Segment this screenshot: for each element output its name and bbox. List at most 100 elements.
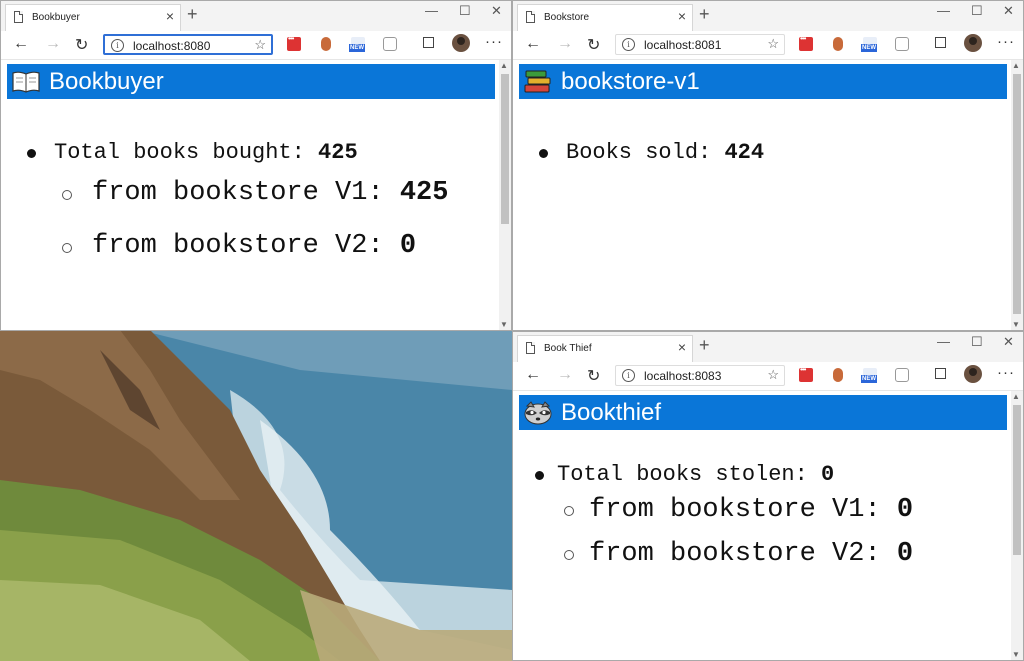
page-icon: [14, 11, 23, 23]
refresh-icon[interactable]: ↻: [75, 35, 88, 55]
new-tab-icon[interactable]: +: [699, 4, 710, 25]
info-icon[interactable]: i: [111, 39, 124, 52]
tab-bookstore[interactable]: Bookstore ×: [517, 4, 693, 31]
bookthief-browser-window: Book Thief × + — ☐ ✕ ← → ↻ i localhost:8…: [512, 331, 1024, 661]
desktop-wallpaper: [0, 330, 512, 661]
new-badge-extension-icon[interactable]: NEW: [861, 37, 877, 52]
profile-avatar[interactable]: [964, 34, 982, 52]
forward-arrow-icon[interactable]: →: [45, 35, 61, 53]
page-content: bookstore-v1 Books sold: 424 ▲ ▼: [513, 60, 1023, 330]
fox-extension-icon[interactable]: [833, 37, 843, 51]
new-tab-icon[interactable]: +: [187, 4, 198, 25]
sub-list-bullet: [62, 190, 72, 200]
page-banner: Bookbuyer: [7, 64, 495, 99]
vertical-scrollbar[interactable]: ▲ ▼: [1011, 60, 1023, 330]
scroll-up-icon[interactable]: ▲: [1012, 392, 1020, 401]
back-arrow-icon[interactable]: ←: [13, 35, 29, 53]
more-menu-icon[interactable]: ···: [485, 33, 503, 50]
favorite-star-icon[interactable]: ☆: [767, 367, 779, 383]
close-window-icon[interactable]: ✕: [1003, 334, 1014, 350]
list-item: from bookstore V1: 425: [92, 178, 449, 208]
address-bar[interactable]: i localhost:8081 ☆: [615, 34, 785, 55]
vertical-scrollbar[interactable]: ▲ ▼: [1011, 391, 1023, 660]
more-menu-icon[interactable]: ···: [997, 33, 1015, 50]
info-icon[interactable]: i: [622, 38, 635, 51]
maximize-icon[interactable]: ☐: [971, 3, 983, 19]
red-extension-icon[interactable]: [799, 365, 813, 382]
more-menu-icon[interactable]: ···: [997, 364, 1015, 381]
capture-extension-icon[interactable]: [895, 368, 909, 382]
scrollbar-thumb[interactable]: [501, 74, 509, 224]
close-window-icon[interactable]: ✕: [491, 3, 502, 19]
new-badge-extension-icon[interactable]: NEW: [349, 37, 365, 52]
scroll-up-icon[interactable]: ▲: [1012, 61, 1020, 70]
scroll-down-icon[interactable]: ▼: [500, 320, 508, 329]
minimize-icon[interactable]: —: [937, 3, 950, 18]
page-icon: [526, 11, 535, 23]
page-content: Bookbuyer Total books bought: 425 from b…: [1, 60, 511, 330]
bookstore-v2-value: 0: [399, 231, 417, 261]
close-tab-icon[interactable]: ×: [678, 339, 686, 355]
capture-extension-icon[interactable]: [895, 37, 909, 51]
address-bar[interactable]: i localhost:8080 ☆: [103, 34, 273, 55]
bookbuyer-browser-window: Bookbuyer × + — ☐ ✕ ← → ↻ i localhost:80…: [0, 0, 512, 331]
raccoon-icon: [524, 401, 552, 425]
red-extension-icon[interactable]: [287, 34, 301, 51]
maximize-icon[interactable]: ☐: [459, 3, 471, 19]
list-bullet: [539, 149, 548, 158]
close-tab-icon[interactable]: ×: [678, 8, 686, 24]
profile-avatar[interactable]: [964, 365, 982, 383]
sub-list-bullet: [564, 506, 574, 516]
bookstore-v1-value: 425: [399, 178, 449, 208]
open-book-icon: [12, 71, 40, 93]
back-arrow-icon[interactable]: ←: [525, 35, 541, 53]
tab-bookbuyer[interactable]: Bookbuyer ×: [5, 4, 181, 31]
page-icon: [526, 342, 535, 354]
collections-icon[interactable]: [935, 37, 946, 48]
fox-extension-icon[interactable]: [321, 37, 331, 51]
close-window-icon[interactable]: ✕: [1003, 3, 1014, 19]
address-bar[interactable]: i localhost:8083 ☆: [615, 365, 785, 386]
sub-list-bullet: [564, 550, 574, 560]
vertical-scrollbar[interactable]: ▲ ▼: [499, 60, 511, 330]
page-banner: bookstore-v1: [519, 64, 1007, 99]
red-extension-icon[interactable]: [799, 34, 813, 51]
refresh-icon[interactable]: ↻: [587, 35, 600, 55]
forward-arrow-icon[interactable]: →: [557, 366, 573, 384]
refresh-icon[interactable]: ↻: [587, 366, 600, 386]
close-tab-icon[interactable]: ×: [166, 8, 174, 24]
back-arrow-icon[interactable]: ←: [525, 366, 541, 384]
favorite-star-icon[interactable]: ☆: [767, 36, 779, 52]
list-item: Total books stolen: 0: [557, 462, 835, 487]
info-icon[interactable]: i: [622, 369, 635, 382]
new-badge-extension-icon[interactable]: NEW: [861, 368, 877, 383]
title-bar: Bookbuyer × + — ☐ ✕: [1, 1, 511, 31]
new-tab-icon[interactable]: +: [699, 335, 710, 356]
profile-avatar[interactable]: [452, 34, 470, 52]
total-books-bought-value: 425: [318, 140, 358, 165]
scroll-down-icon[interactable]: ▼: [1012, 320, 1020, 329]
scroll-down-icon[interactable]: ▼: [1012, 650, 1020, 659]
capture-extension-icon[interactable]: [383, 37, 397, 51]
maximize-icon[interactable]: ☐: [971, 334, 983, 350]
collections-icon[interactable]: [935, 368, 946, 379]
browser-toolbar: ← → ↻ i localhost:8080 ☆ NEW ···: [1, 31, 511, 60]
favorite-star-icon[interactable]: ☆: [254, 37, 266, 53]
fox-extension-icon[interactable]: [833, 368, 843, 382]
page-title: Bookbuyer: [49, 68, 164, 95]
scrollbar-thumb[interactable]: [1013, 74, 1021, 314]
tab-title: Bookbuyer: [32, 12, 80, 23]
minimize-icon[interactable]: —: [937, 334, 950, 349]
collections-icon[interactable]: [423, 37, 434, 48]
forward-arrow-icon[interactable]: →: [557, 35, 573, 53]
browser-toolbar: ← → ↻ i localhost:8083 ☆ NEW ···: [513, 362, 1023, 391]
books-stack-icon: [524, 70, 551, 93]
minimize-icon[interactable]: —: [425, 3, 438, 18]
url-text: localhost:8081: [644, 38, 722, 52]
tab-book-thief[interactable]: Book Thief ×: [517, 335, 693, 362]
scrollbar-thumb[interactable]: [1013, 405, 1021, 555]
page-title: Bookthief: [561, 399, 662, 426]
scroll-up-icon[interactable]: ▲: [500, 61, 508, 70]
title-bar: Book Thief × + — ☐ ✕: [513, 332, 1023, 362]
title-bar: Bookstore × + — ☐ ✕: [513, 1, 1023, 31]
